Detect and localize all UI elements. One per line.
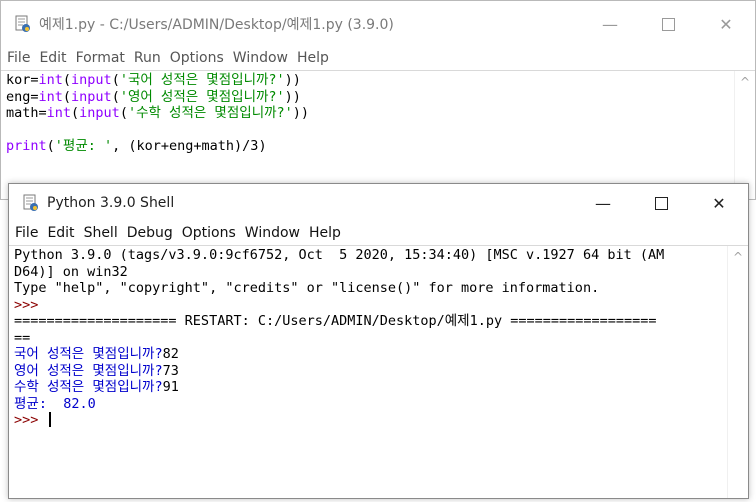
editor-title: 예제1.py - C:/Users/ADMIN/Desktop/예제1.py (… bbox=[39, 17, 394, 33]
minimize-button[interactable]: — bbox=[574, 184, 632, 222]
editor-code: kor=int(input('국어 성적은 몇점입니까?')) eng=int(i… bbox=[6, 72, 733, 155]
chevron-up-icon[interactable]: ^ bbox=[728, 250, 748, 264]
chevron-up-icon[interactable]: ^ bbox=[735, 75, 755, 89]
shell-line: Type "help", "copyright", "credits" or "… bbox=[14, 280, 600, 296]
code-line: kor=int(input('국어 성적은 몇점입니까?')) bbox=[6, 72, 301, 88]
restart-banner: ==================== RESTART: C:/Users/A… bbox=[14, 313, 657, 329]
menu-shell[interactable]: Shell bbox=[84, 225, 118, 241]
code-line: eng=int(input('영어 성적은 몇점입니까?')) bbox=[6, 88, 301, 105]
menu-help[interactable]: Help bbox=[309, 225, 341, 241]
shell-line: D64)] on win32 bbox=[14, 263, 128, 280]
shell-scrollbar[interactable]: ^ bbox=[727, 246, 748, 498]
menu-window[interactable]: Window bbox=[233, 50, 288, 66]
restart-banner-tail: == bbox=[14, 329, 31, 346]
shell-line: 국어 성적은 몇점입니까?82 bbox=[14, 346, 179, 362]
close-icon: ✕ bbox=[712, 193, 726, 213]
menu-help[interactable]: Help bbox=[297, 50, 329, 66]
menu-debug[interactable]: Debug bbox=[127, 225, 173, 241]
editor-titlebar[interactable]: 예제1.py - C:/Users/ADMIN/Desktop/예제1.py (… bbox=[1, 1, 755, 47]
editor-menubar: File Edit Format Run Options Window Help bbox=[1, 47, 755, 69]
minimize-icon: — bbox=[602, 14, 618, 34]
shell-title: Python 3.9.0 Shell bbox=[47, 195, 175, 211]
shell-titlebar[interactable]: Python 3.9.0 Shell — ✕ bbox=[9, 184, 748, 222]
shell-menubar: File Edit Shell Debug Options Window Hel… bbox=[9, 222, 748, 244]
code-line: print('평균: ', (kor+eng+math)/3) bbox=[6, 138, 267, 154]
menu-options[interactable]: Options bbox=[182, 225, 236, 241]
close-button[interactable]: ✕ bbox=[697, 1, 755, 47]
minimize-icon: — bbox=[595, 193, 611, 213]
editor-text-area[interactable]: kor=int(input('국어 성적은 몇점입니까?')) eng=int(i… bbox=[1, 70, 755, 199]
shell-window: Python 3.9.0 Shell — ✕ File Edit Shell D… bbox=[8, 183, 749, 499]
shell-output: Python 3.9.0 (tags/v3.9.0:9cf6752, Oct 5… bbox=[14, 247, 726, 429]
editor-window: 예제1.py - C:/Users/ADMIN/Desktop/예제1.py (… bbox=[0, 0, 756, 200]
menu-options[interactable]: Options bbox=[170, 50, 224, 66]
maximize-icon bbox=[661, 17, 675, 31]
menu-run[interactable]: Run bbox=[134, 50, 161, 66]
maximize-button[interactable] bbox=[639, 1, 697, 47]
average-output: 평균: 82.0 bbox=[14, 395, 96, 412]
code-line: math=int(input('수학 성적은 몇점입니까?')) bbox=[6, 105, 310, 121]
shell-line: 영어 성적은 몇점입니까?73 bbox=[14, 362, 179, 379]
shell-prompt: >>> bbox=[14, 412, 47, 428]
close-icon: ✕ bbox=[719, 14, 733, 34]
shell-line: 수학 성적은 몇점입니까?91 bbox=[14, 379, 179, 395]
menu-edit[interactable]: Edit bbox=[39, 50, 66, 66]
menu-edit[interactable]: Edit bbox=[47, 225, 74, 241]
editor-scrollbar[interactable]: ^ bbox=[734, 71, 755, 199]
maximize-button[interactable] bbox=[632, 184, 690, 222]
shell-line: Python 3.9.0 (tags/v3.9.0:9cf6752, Oct 5… bbox=[14, 247, 665, 263]
close-button[interactable]: ✕ bbox=[690, 184, 748, 222]
text-cursor bbox=[48, 412, 51, 427]
menu-file[interactable]: File bbox=[7, 50, 30, 66]
input-line[interactable]: >>> bbox=[14, 412, 726, 429]
shell-text-area[interactable]: Python 3.9.0 (tags/v3.9.0:9cf6752, Oct 5… bbox=[9, 245, 748, 498]
minimize-button[interactable]: — bbox=[581, 1, 639, 47]
menu-window[interactable]: Window bbox=[245, 225, 300, 241]
menu-file[interactable]: File bbox=[15, 225, 38, 241]
shell-prompt: >>> bbox=[14, 296, 47, 313]
python-idle-icon bbox=[23, 194, 38, 211]
menu-format[interactable]: Format bbox=[76, 50, 125, 66]
python-idle-icon bbox=[15, 15, 30, 32]
maximize-icon bbox=[654, 196, 668, 210]
